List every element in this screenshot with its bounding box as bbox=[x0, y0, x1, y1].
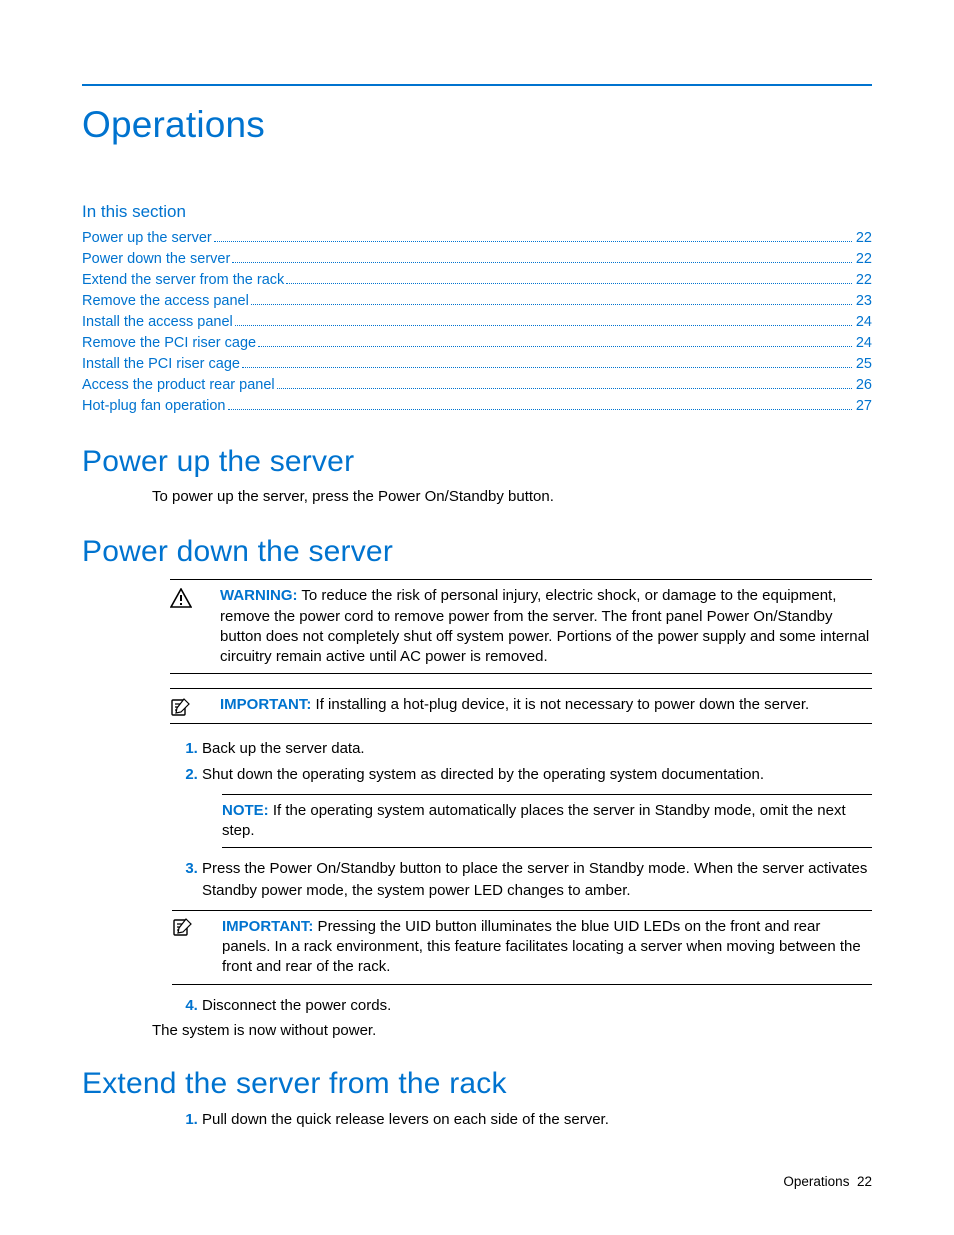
callout-text: IMPORTANT: Pressing the UID button illum… bbox=[222, 917, 872, 978]
step-text: Press the Power On/Standby button to pla… bbox=[202, 860, 867, 899]
step-item: Disconnect the power cords. bbox=[202, 995, 872, 1017]
toc-page: 23 bbox=[856, 291, 872, 312]
toc-row[interactable]: Power down the server 22 bbox=[82, 249, 872, 270]
note-callout: NOTE: If the operating system automatica… bbox=[222, 794, 872, 849]
toc-leader bbox=[258, 334, 852, 347]
callout-label: WARNING: bbox=[220, 587, 298, 604]
toc-page: 24 bbox=[856, 312, 872, 333]
toc-row[interactable]: Extend the server from the rack 22 bbox=[82, 270, 872, 291]
toc-leader bbox=[235, 313, 852, 326]
toc-leader bbox=[214, 229, 852, 242]
toc-leader bbox=[251, 292, 852, 305]
toc-row[interactable]: Remove the PCI riser cage 24 bbox=[82, 333, 872, 354]
step-text: Disconnect the power cords. bbox=[202, 997, 391, 1014]
callout-body: If the operating system automatically pl… bbox=[222, 802, 846, 839]
step-item: Press the Power On/Standby button to pla… bbox=[202, 858, 872, 984]
note-pencil-icon bbox=[172, 917, 222, 978]
callout-body: Pressing the UID button illuminates the … bbox=[222, 918, 861, 976]
document-page: Operations In this section Power up the … bbox=[0, 0, 954, 1235]
toc-leader bbox=[286, 271, 852, 284]
toc-page: 24 bbox=[856, 333, 872, 354]
footer-label: Operations bbox=[783, 1174, 849, 1189]
toc-leader bbox=[232, 250, 852, 263]
step-item: Back up the server data. bbox=[202, 738, 872, 760]
toc-row[interactable]: Install the PCI riser cage 25 bbox=[82, 354, 872, 375]
toc-label: Install the PCI riser cage bbox=[82, 354, 240, 375]
callout-text: WARNING: To reduce the risk of personal … bbox=[220, 586, 872, 667]
step-item: Pull down the quick release levers on ea… bbox=[202, 1109, 872, 1131]
steps-list: Pull down the quick release levers on ea… bbox=[152, 1109, 872, 1131]
toc-row[interactable]: Access the product rear panel 26 bbox=[82, 375, 872, 396]
callout-text: IMPORTANT: If installing a hot-plug devi… bbox=[220, 695, 872, 717]
toc-label: Access the product rear panel bbox=[82, 375, 275, 396]
note-pencil-icon bbox=[170, 695, 220, 717]
callout-body: To reduce the risk of personal injury, e… bbox=[220, 587, 869, 665]
toc-page: 25 bbox=[856, 354, 872, 375]
steps-list: Back up the server data. Shut down the o… bbox=[152, 738, 872, 1016]
toc-label: Hot-plug fan operation bbox=[82, 396, 226, 417]
step-text: Shut down the operating system as direct… bbox=[202, 766, 764, 783]
footer-page: 22 bbox=[857, 1174, 872, 1189]
top-rule bbox=[82, 84, 872, 86]
callout-body: If installing a hot-plug device, it is n… bbox=[311, 696, 809, 713]
warning-callout: WARNING: To reduce the risk of personal … bbox=[170, 579, 872, 674]
chapter-title: Operations bbox=[82, 104, 872, 146]
step-text: Back up the server data. bbox=[202, 740, 365, 757]
toc-leader bbox=[242, 356, 852, 369]
toc-row[interactable]: Hot-plug fan operation 27 bbox=[82, 396, 872, 417]
section-heading-extend: Extend the server from the rack bbox=[82, 1067, 872, 1101]
step-text: Pull down the quick release levers on ea… bbox=[202, 1111, 609, 1128]
callout-label: NOTE: bbox=[222, 802, 269, 819]
toc-label: Power up the server bbox=[82, 228, 212, 249]
paragraph: To power up the server, press the Power … bbox=[152, 487, 872, 507]
toc-label: Power down the server bbox=[82, 249, 230, 270]
paragraph: The system is now without power. bbox=[152, 1022, 872, 1039]
callout-label: IMPORTANT: bbox=[222, 918, 313, 935]
section-heading-power-down: Power down the server bbox=[82, 535, 872, 569]
toc-page: 26 bbox=[856, 375, 872, 396]
toc-row[interactable]: Remove the access panel 23 bbox=[82, 291, 872, 312]
toc-page: 27 bbox=[856, 396, 872, 417]
warning-triangle-icon bbox=[170, 586, 220, 667]
toc-row[interactable]: Power up the server 22 bbox=[82, 228, 872, 249]
toc-page: 22 bbox=[856, 270, 872, 291]
toc-page: 22 bbox=[856, 249, 872, 270]
important-callout: IMPORTANT: Pressing the UID button illum… bbox=[172, 910, 872, 985]
important-callout: IMPORTANT: If installing a hot-plug devi… bbox=[170, 688, 872, 724]
toc-label: Remove the PCI riser cage bbox=[82, 333, 256, 354]
toc-label: Extend the server from the rack bbox=[82, 270, 284, 291]
toc-label: Install the access panel bbox=[82, 312, 233, 333]
toc-page: 22 bbox=[856, 228, 872, 249]
step-item: Shut down the operating system as direct… bbox=[202, 764, 872, 848]
toc: Power up the server 22 Power down the se… bbox=[82, 228, 872, 417]
toc-leader bbox=[228, 398, 852, 411]
toc-row[interactable]: Install the access panel 24 bbox=[82, 312, 872, 333]
section-body: To power up the server, press the Power … bbox=[152, 487, 872, 507]
section-heading-power-up: Power up the server bbox=[82, 445, 872, 479]
toc-label: Remove the access panel bbox=[82, 291, 249, 312]
toc-leader bbox=[277, 377, 852, 390]
page-footer: Operations 22 bbox=[783, 1174, 872, 1189]
toc-heading: In this section bbox=[82, 202, 872, 222]
callout-label: IMPORTANT: bbox=[220, 696, 311, 713]
